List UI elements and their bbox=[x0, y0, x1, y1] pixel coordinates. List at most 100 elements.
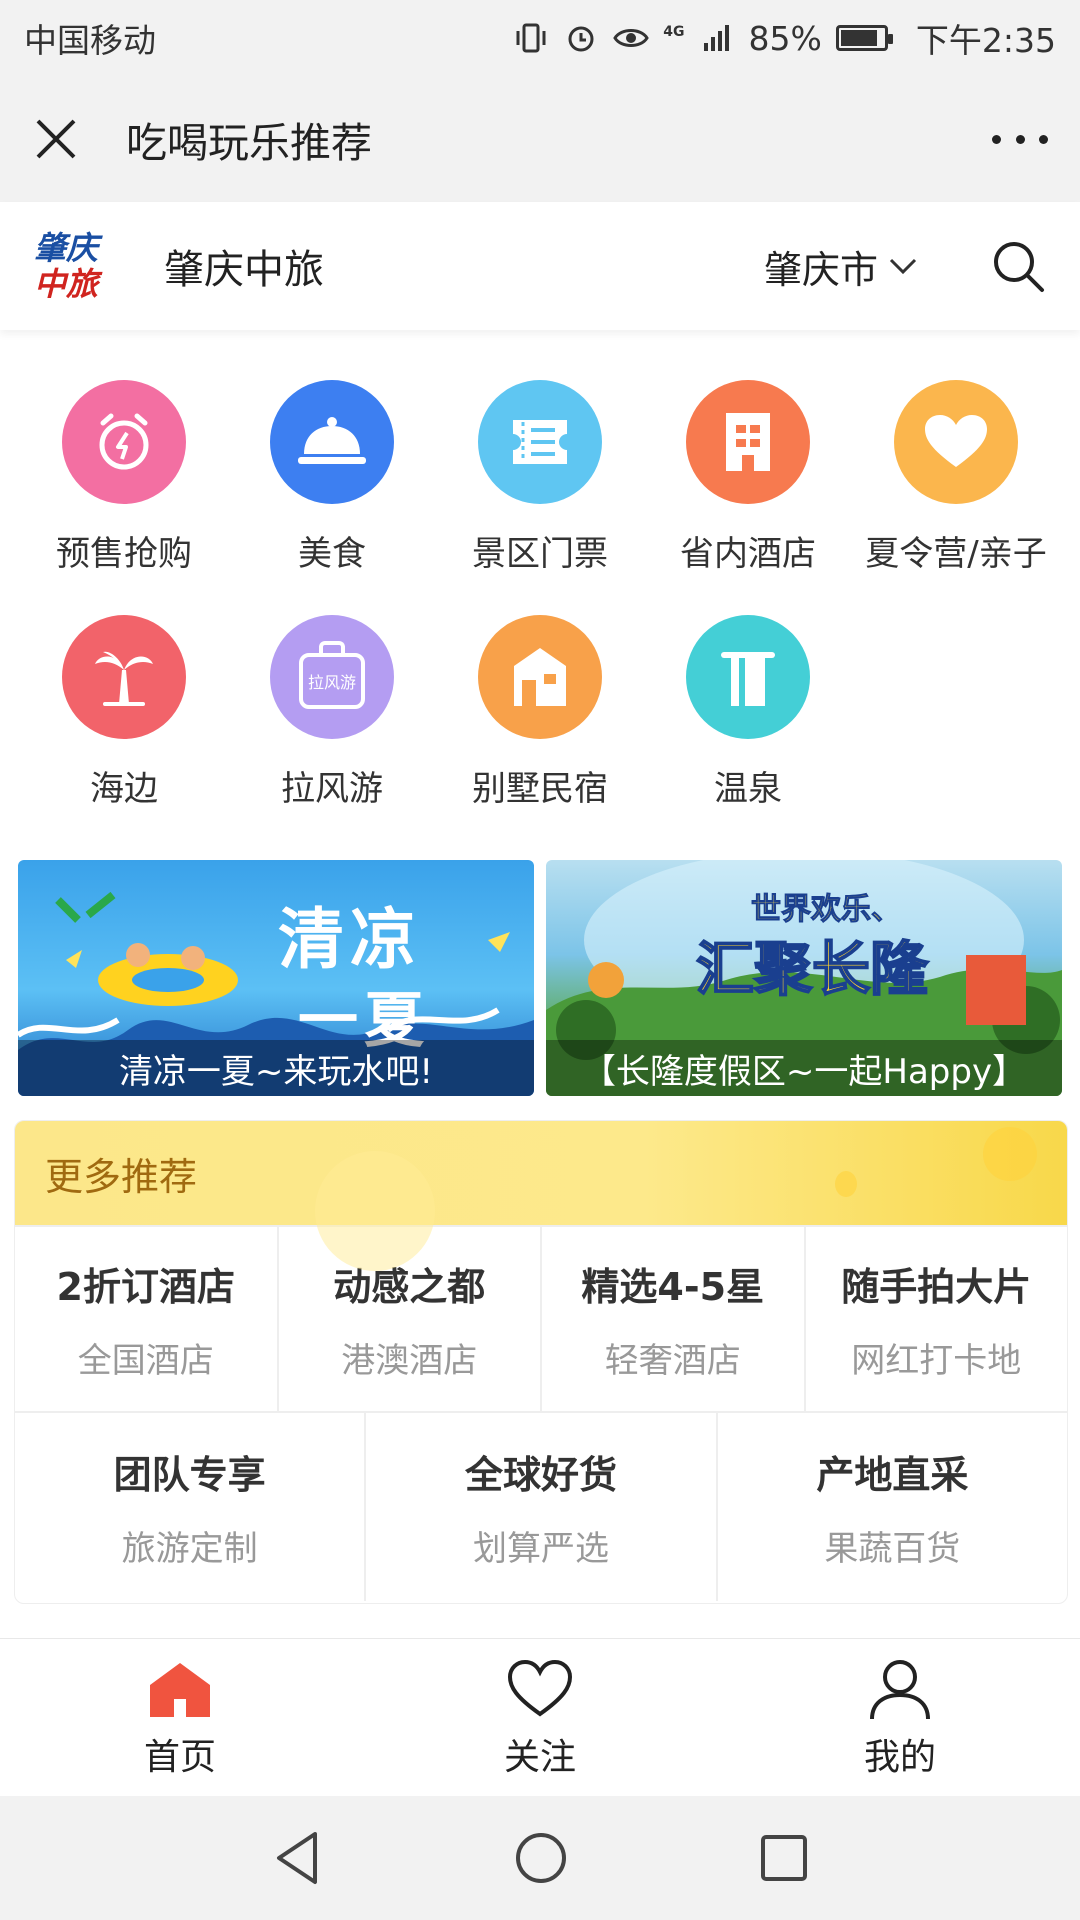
category-food[interactable]: 美食 bbox=[228, 380, 436, 575]
category-label: 景区门票 bbox=[472, 534, 608, 574]
luggage-badge-text: 拉风游 bbox=[307, 673, 356, 692]
rec-item[interactable]: 产地直采 果蔬百货 bbox=[718, 1413, 1067, 1601]
rec-item-title: 产地直采 bbox=[816, 1453, 969, 1497]
search-icon[interactable] bbox=[990, 238, 1046, 294]
user-icon bbox=[865, 1656, 935, 1722]
heart-outline-icon bbox=[505, 1656, 575, 1722]
banner-caption: 清凉一夏~来玩水吧! bbox=[18, 1040, 534, 1096]
page-title: 吃喝玩乐推荐 bbox=[126, 119, 372, 167]
towel-icon bbox=[686, 615, 810, 739]
logo-text-bottom: 中旅 bbox=[34, 265, 99, 303]
alarm-status-icon bbox=[563, 20, 599, 56]
category-hot-spring[interactable]: 温泉 bbox=[644, 615, 852, 810]
close-icon[interactable] bbox=[32, 115, 80, 163]
city-selector[interactable]: 肇庆市 bbox=[764, 239, 918, 294]
heart-icon bbox=[894, 380, 1018, 504]
tab-home[interactable]: 首页 bbox=[0, 1639, 360, 1797]
category-label: 预售抢购 bbox=[56, 534, 192, 574]
category-label: 温泉 bbox=[714, 769, 782, 809]
rec-item-subtitle: 旅游定制 bbox=[121, 1529, 258, 1569]
city-label: 肇庆市 bbox=[763, 247, 878, 292]
category-grid: 预售抢购 美食 景区门票 省内酒店 夏令营/亲子 海边 拉风游 拉风游 别墅民宿… bbox=[20, 380, 1060, 810]
rec-item-title: 2折订酒店 bbox=[56, 1265, 235, 1309]
rec-item-subtitle: 全国酒店 bbox=[77, 1341, 214, 1381]
rec-item[interactable]: 2折订酒店 全国酒店 bbox=[15, 1227, 279, 1411]
banner-summer-water[interactable]: 清凉 一夏 清凉一夏~来玩水吧! bbox=[18, 860, 534, 1096]
category-label: 拉风游 bbox=[281, 769, 383, 809]
eye-icon bbox=[613, 20, 650, 56]
more-options-icon[interactable] bbox=[992, 129, 1048, 149]
brand-header: 肇庆 中旅 肇庆中旅 肇庆市 bbox=[0, 202, 1080, 330]
battery-percent: 85% bbox=[748, 18, 822, 58]
decor-bubble bbox=[315, 1151, 435, 1271]
clock: 下午2:35 bbox=[915, 21, 1056, 60]
network-label: 4G bbox=[663, 24, 685, 40]
rec-item[interactable]: 团队专享 旅游定制 bbox=[15, 1413, 367, 1601]
recommendations-row: 2折订酒店 全国酒店 动感之都 港澳酒店 精选4-5星 轻奢酒店 随手拍大片 网… bbox=[15, 1225, 1067, 1411]
category-tickets[interactable]: 景区门票 bbox=[436, 380, 644, 575]
brand-name: 肇庆中旅 bbox=[164, 247, 324, 293]
home-circle-icon[interactable] bbox=[513, 1830, 569, 1886]
back-icon[interactable] bbox=[271, 1830, 323, 1886]
recommendations-title: 更多推荐 bbox=[45, 1154, 198, 1199]
luggage-icon: 拉风游 bbox=[270, 615, 394, 739]
category-villa[interactable]: 别墅民宿 bbox=[436, 615, 644, 810]
banner-art-text: 汇聚长隆 bbox=[695, 934, 929, 1004]
rec-item-title: 精选4-5星 bbox=[581, 1265, 765, 1309]
rec-item-subtitle: 轻奢酒店 bbox=[604, 1341, 741, 1381]
house-icon bbox=[478, 615, 602, 739]
banner-caption: 【长隆度假区~一起Happy】 bbox=[546, 1040, 1062, 1096]
rec-item-subtitle: 港澳酒店 bbox=[341, 1341, 478, 1381]
category-hotel[interactable]: 省内酒店 bbox=[644, 380, 852, 575]
chevron-down-icon bbox=[889, 258, 917, 275]
category-seaside[interactable]: 海边 bbox=[20, 615, 228, 810]
banner-row: 清凉 一夏 清凉一夏~来玩水吧! 世界欢乐、 汇聚长隆 【长隆度假区~一起Hap… bbox=[18, 860, 1062, 1096]
more-recommendations: 更多推荐 2折订酒店 全国酒店 动感之都 港澳酒店 精选4-5星 轻奢酒店 随手… bbox=[14, 1120, 1068, 1604]
recommendations-row: 团队专享 旅游定制 全球好货 划算严选 产地直采 果蔬百货 bbox=[15, 1411, 1067, 1601]
vibrate-icon bbox=[513, 20, 549, 56]
category-label: 美食 bbox=[298, 534, 366, 574]
rec-item-title: 团队专享 bbox=[113, 1453, 266, 1497]
title-bar: 吃喝玩乐推荐 bbox=[0, 76, 1080, 202]
alarm-icon bbox=[62, 380, 186, 504]
signal-icon bbox=[699, 20, 735, 56]
battery-icon bbox=[835, 25, 893, 51]
rec-item-title: 随手拍大片 bbox=[841, 1265, 1032, 1309]
category-label: 别墅民宿 bbox=[472, 769, 608, 809]
category-summer-camp[interactable]: 夏令营/亲子 bbox=[852, 380, 1060, 575]
food-cloche-icon bbox=[270, 380, 394, 504]
decor-bubble bbox=[835, 1171, 857, 1197]
ticket-icon bbox=[478, 380, 602, 504]
carrier-label: 中国移动 bbox=[24, 21, 156, 60]
rec-item[interactable]: 精选4-5星 轻奢酒店 bbox=[542, 1227, 806, 1411]
rec-item-subtitle: 划算严选 bbox=[472, 1529, 609, 1569]
logo-text-top: 肇庆 bbox=[34, 229, 99, 267]
tab-label: 关注 bbox=[503, 1737, 576, 1778]
rec-item-title: 全球好货 bbox=[464, 1453, 617, 1497]
rec-item-subtitle: 果蔬百货 bbox=[824, 1529, 961, 1569]
status-bar: 中国移动 4G 85% 下午2:35 bbox=[0, 0, 1080, 76]
banner-art-text: 清凉 bbox=[278, 900, 422, 978]
hotel-building-icon bbox=[686, 380, 810, 504]
rec-item[interactable]: 随手拍大片 网红打卡地 bbox=[806, 1227, 1068, 1411]
recents-icon[interactable] bbox=[759, 1833, 809, 1883]
rec-item[interactable]: 全球好货 划算严选 bbox=[366, 1413, 718, 1601]
category-label: 省内酒店 bbox=[680, 534, 816, 574]
rec-item-subtitle: 网红打卡地 bbox=[851, 1341, 1022, 1381]
category-label: 海边 bbox=[90, 769, 158, 809]
banner-chimelong[interactable]: 世界欢乐、 汇聚长隆 【长隆度假区~一起Happy】 bbox=[546, 860, 1062, 1096]
recommendations-header: 更多推荐 bbox=[15, 1121, 1067, 1271]
tab-label: 首页 bbox=[143, 1737, 216, 1778]
decor-bubble bbox=[983, 1127, 1037, 1181]
brand-logo: 肇庆 中旅 bbox=[34, 218, 112, 314]
tab-mine[interactable]: 我的 bbox=[720, 1639, 1080, 1797]
category-label: 夏令营/亲子 bbox=[865, 534, 1047, 574]
home-icon bbox=[145, 1656, 215, 1722]
tab-follow[interactable]: 关注 bbox=[360, 1639, 720, 1797]
bottom-tab-bar: 首页 关注 我的 bbox=[0, 1638, 1080, 1797]
category-trendy-trip[interactable]: 拉风游 拉风游 bbox=[228, 615, 436, 810]
palm-tree-icon bbox=[62, 615, 186, 739]
category-presale[interactable]: 预售抢购 bbox=[20, 380, 228, 575]
system-navigation-bar bbox=[0, 1796, 1080, 1920]
tab-label: 我的 bbox=[863, 1737, 936, 1778]
